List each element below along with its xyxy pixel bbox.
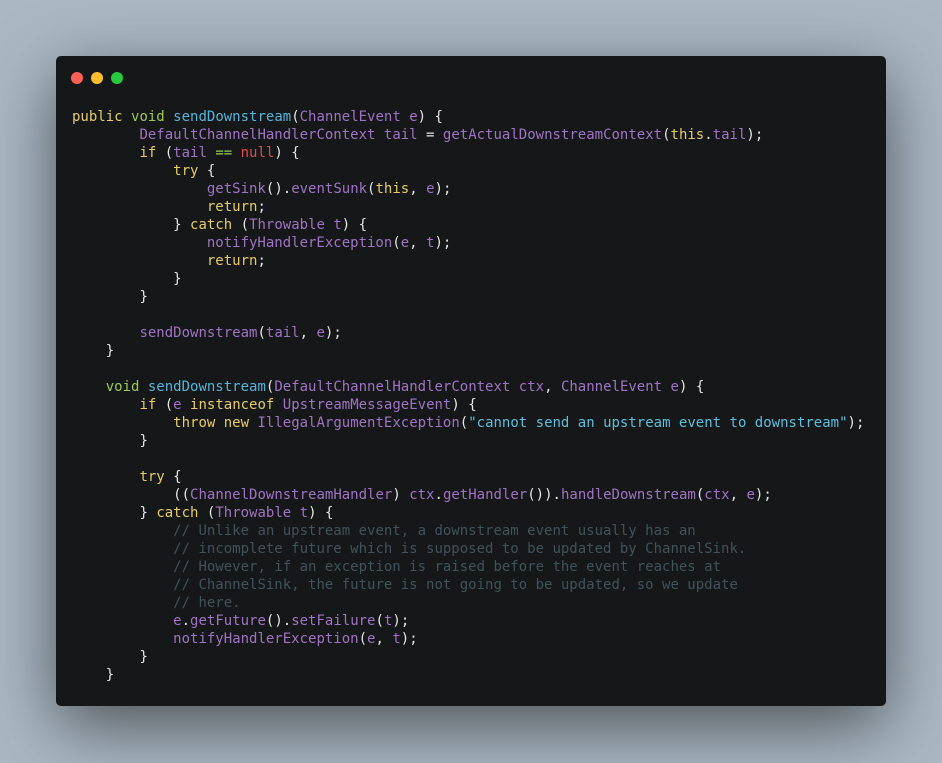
code-line: ((ChannelDownstreamHandler) ctx.getHandl… xyxy=(173,487,772,503)
code-line: if (e instanceof UpstreamMessageEvent) { xyxy=(139,397,477,413)
code-line: ​ xyxy=(72,450,864,468)
code-line: } catch (Throwable t) { xyxy=(173,217,368,233)
code-line: notifyHandlerException(e, t); xyxy=(206,235,452,251)
code-line: try { xyxy=(139,469,182,485)
maximize-dot-icon[interactable] xyxy=(111,72,123,84)
code-line: } xyxy=(105,667,115,683)
code-line: } xyxy=(105,343,115,359)
code-line: ​ xyxy=(72,306,864,324)
code-line: } xyxy=(173,271,182,287)
code-line: notifyHandlerException(e, t); xyxy=(173,631,418,647)
window-controls xyxy=(71,72,123,84)
code-window: public void sendDownstream(ChannelEvent … xyxy=(56,56,886,706)
code-block: public void sendDownstream(ChannelEvent … xyxy=(72,108,864,684)
code-line: } xyxy=(139,433,148,449)
code-line: // Unlike an upstream event, a downstrea… xyxy=(173,523,696,539)
code-line: } catch (Throwable t) { xyxy=(139,505,334,521)
code-line: e.getFuture().setFailure(t); xyxy=(173,613,410,629)
code-line: // ChannelSink, the future is not going … xyxy=(173,577,738,593)
code-line: } xyxy=(139,289,148,305)
code-line: try { xyxy=(173,163,216,179)
code-line: public void sendDownstream(ChannelEvent … xyxy=(72,109,443,125)
code-line: void sendDownstream(DefaultChannelHandle… xyxy=(105,379,705,395)
code-line: return; xyxy=(206,253,266,269)
close-dot-icon[interactable] xyxy=(71,72,83,84)
code-line: // However, if an exception is raised be… xyxy=(173,559,722,575)
code-line: getSink().eventSunk(this, e); xyxy=(206,181,452,197)
code-line: // incomplete future which is supposed t… xyxy=(173,541,747,557)
code-line: DefaultChannelHandlerContext tail = getA… xyxy=(139,127,764,143)
code-line: ​ xyxy=(72,360,864,378)
code-line: if (tail == null) { xyxy=(139,145,300,161)
minimize-dot-icon[interactable] xyxy=(91,72,103,84)
code-line: sendDownstream(tail, e); xyxy=(139,325,342,341)
code-line: return; xyxy=(206,199,266,215)
code-line: throw new IllegalArgumentException("cann… xyxy=(173,415,865,431)
code-line: // here. xyxy=(173,595,241,611)
code-line: } xyxy=(139,649,148,665)
